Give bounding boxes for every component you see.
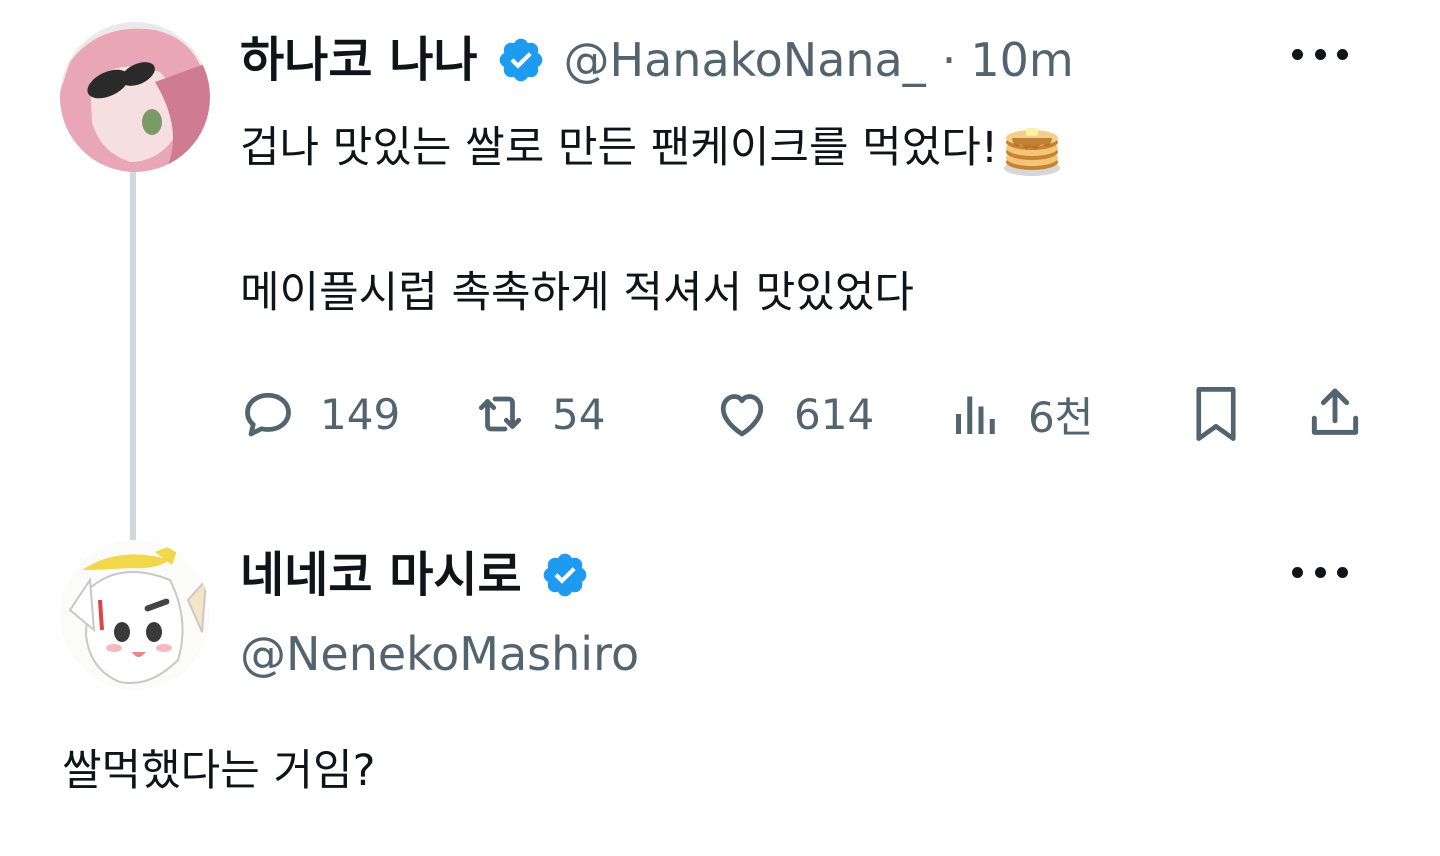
bookmark-button[interactable] (1186, 382, 1246, 446)
reply-text: 쌀먹했다는 거임? (62, 746, 376, 796)
share-icon (1311, 388, 1359, 435)
views-count: 6천 (1028, 392, 1094, 442)
verified-badge-icon (540, 550, 590, 600)
reply-button[interactable]: 149 (238, 384, 400, 444)
tweet-header: 하나코 나나 @HanakoNana_ · 10m (240, 30, 1074, 90)
thread-connector-line (130, 172, 136, 544)
tweet-time[interactable]: 10m (970, 30, 1073, 90)
views-icon (956, 396, 995, 434)
reply-icon (245, 392, 291, 437)
separator-dot: · (941, 33, 957, 87)
author-handle[interactable]: @HanakoNana_ (564, 30, 926, 90)
reply-author-handle[interactable]: @NenekoMashiro (240, 624, 639, 684)
retweet-icon (478, 396, 522, 432)
like-icon (720, 394, 764, 437)
verified-badge-icon (496, 35, 546, 85)
tweet-line2: 메이플시럽 촉촉하게 적셔서 맛있었다 (240, 268, 914, 318)
avatar-hanako[interactable] (60, 22, 210, 172)
views-button[interactable]: 6천 (946, 384, 1093, 444)
author-name[interactable]: 하나코 나나 (240, 30, 478, 90)
pancakes-emoji (1000, 116, 1064, 180)
tweet-line1: 겁나 맛있는 쌀로 만든 팬케이크를 먹었다! (240, 123, 999, 173)
like-button[interactable]: 614 (712, 384, 874, 444)
share-button[interactable] (1304, 382, 1366, 444)
tweet-text-line1: 겁나 맛있는 쌀로 만든 팬케이크를 먹었다! (240, 116, 1064, 180)
reply-header: 네네코 마시로 (240, 545, 590, 605)
more-icon[interactable] (1292, 44, 1348, 64)
bookmark-icon (1196, 387, 1236, 441)
retweet-count: 54 (552, 389, 606, 439)
like-count: 614 (794, 389, 875, 439)
avatar-neneko[interactable] (60, 540, 210, 690)
reply-more-icon[interactable] (1292, 562, 1348, 582)
reply-author-name[interactable]: 네네코 마시로 (240, 545, 522, 605)
retweet-button[interactable]: 54 (470, 384, 605, 444)
reply-count: 149 (320, 389, 401, 439)
